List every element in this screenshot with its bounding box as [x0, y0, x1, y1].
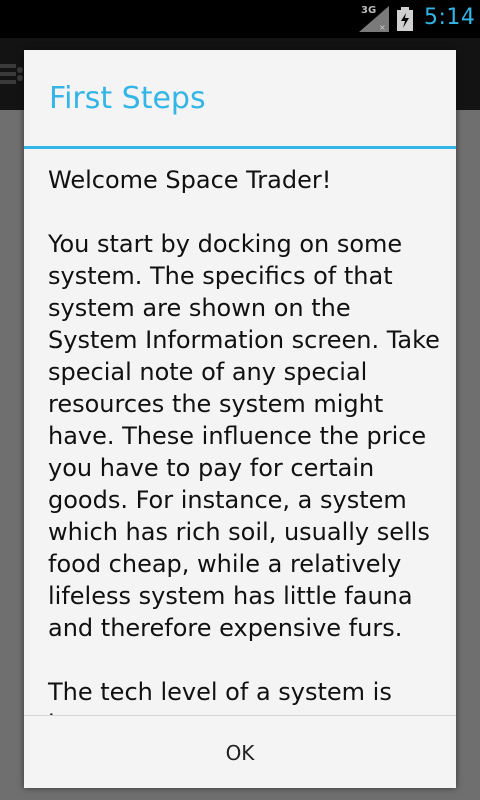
status-time: 5:14 [424, 5, 476, 30]
dialog-header: First Steps [24, 50, 456, 146]
intro-paragraph: You start by docking on some system. The… [48, 230, 440, 642]
dialog-message-scroll[interactable]: Welcome Space Trader! You start by docki… [24, 149, 456, 715]
welcome-paragraph: Welcome Space Trader! [48, 166, 332, 194]
dialog-title: First Steps [49, 81, 206, 116]
dialog-button-bar: OK [24, 715, 456, 788]
tech-level-paragraph: The tech level of a system is important … [48, 678, 392, 715]
network-type-label: 3G [361, 5, 377, 16]
battery-charging-icon [397, 7, 413, 31]
first-steps-dialog: First Steps Welcome Space Trader! You st… [24, 50, 456, 788]
ok-button[interactable]: OK [24, 716, 456, 788]
hamburger-menu-icon[interactable] [0, 58, 24, 90]
dialog-message: Welcome Space Trader! You start by docki… [48, 164, 446, 715]
status-bar: × 3G 5:14 [0, 0, 480, 38]
svg-text:×: × [379, 23, 386, 32]
